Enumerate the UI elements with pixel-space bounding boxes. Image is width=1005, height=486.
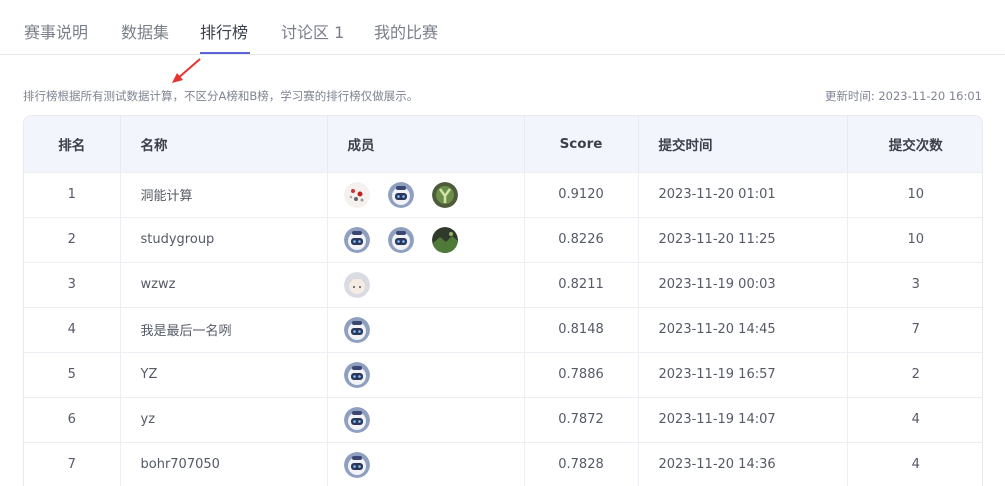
member-avatars: [328, 271, 524, 298]
team-name-cell: 我是最后一名咧: [120, 306, 328, 352]
tab-bar: 赛事说明 数据集 排行榜 讨论区 1 我的比赛: [0, 0, 1005, 55]
header-name: 名称: [120, 116, 328, 172]
submit-time-cell: 2023-11-20 11:25: [638, 216, 848, 262]
tab-dataset[interactable]: 数据集: [121, 19, 169, 43]
table-row: 7 bohr707050 0.7828 2023-11-20 14:36 4: [24, 441, 982, 486]
score-cell: 0.7886: [524, 351, 639, 397]
submit-time-cell: 2023-11-20 14:36: [638, 441, 848, 486]
leaderboard-table: 排名 名称 成员 Score 提交时间 提交次数 1 洞能计算 0.9120 2023…: [23, 115, 983, 486]
submit-time-cell: 2023-11-19 00:03: [638, 261, 848, 307]
anime-avatar[interactable]: [343, 271, 370, 298]
team-name-cell: bohr707050: [120, 441, 328, 486]
header-submit-time: 提交时间: [638, 116, 848, 172]
tab-discussion[interactable]: 讨论区 1: [281, 19, 344, 43]
robot-avatar[interactable]: [343, 316, 370, 343]
robot-avatar[interactable]: [343, 451, 370, 478]
submit-count-cell: 7: [847, 306, 982, 352]
header-members: 成员: [327, 116, 525, 172]
team-name-cell: yz: [120, 396, 328, 442]
table-header-row: 排名 名称 成员 Score 提交时间 提交次数: [24, 116, 982, 172]
submit-count-cell: 10: [847, 216, 982, 262]
table-row: 6 yz 0.7872 2023-11-19 14:07 4: [24, 396, 982, 442]
member-avatars: [328, 316, 524, 343]
members-cell: [327, 261, 525, 307]
members-cell: [327, 306, 525, 352]
submit-count-cell: 3: [847, 261, 982, 307]
header-rank: 排名: [24, 116, 121, 172]
rank-cell: 6: [24, 396, 121, 442]
table-row: 4 我是最后一名咧 0.8148 2023-11-20 14:45 7: [24, 306, 982, 352]
members-cell: [327, 351, 525, 397]
robot-avatar[interactable]: [387, 181, 414, 208]
submit-count-cell: 10: [847, 171, 982, 217]
members-cell: [327, 441, 525, 486]
rank-cell: 7: [24, 441, 121, 486]
member-avatars: [328, 451, 524, 478]
members-cell: [327, 396, 525, 442]
team-name-cell: studygroup: [120, 216, 328, 262]
submit-count-cell: 2: [847, 351, 982, 397]
table-row: 2 studygroup 0.8226 2023-11-20 11:25 10: [24, 216, 982, 262]
active-tab-indicator: [200, 52, 250, 54]
score-cell: 0.9120: [524, 171, 639, 217]
tab-description[interactable]: 赛事说明: [24, 19, 88, 43]
submit-time-cell: 2023-11-19 16:57: [638, 351, 848, 397]
members-cell: [327, 216, 525, 262]
submit-count-cell: 4: [847, 396, 982, 442]
submit-time-cell: 2023-11-20 01:01: [638, 171, 848, 217]
green-y-avatar[interactable]: [431, 181, 458, 208]
team-name-cell: 洞能计算: [120, 171, 328, 217]
table-row: 3 wzwz 0.8211 2023-11-19 00:03 3: [24, 261, 982, 307]
score-cell: 0.7828: [524, 441, 639, 486]
member-avatars: [328, 181, 524, 208]
update-time: 更新时间: 2023-11-20 16:01: [824, 89, 982, 103]
member-avatars: [328, 406, 524, 433]
tab-my-competitions[interactable]: 我的比赛: [374, 19, 438, 43]
team-name-cell: wzwz: [120, 261, 328, 307]
robot-avatar[interactable]: [343, 406, 370, 433]
tab-leaderboard[interactable]: 排行榜: [200, 19, 248, 43]
member-avatars: [328, 226, 524, 253]
submit-time-cell: 2023-11-20 14:45: [638, 306, 848, 352]
submit-count-cell: 4: [847, 441, 982, 486]
leaderboard-notice: 排行榜根据所有测试数据计算，不区分A榜和B榜，学习赛的排行榜仅做展示。: [23, 89, 419, 103]
rank-cell: 4: [24, 306, 121, 352]
rank-cell: 2: [24, 216, 121, 262]
submit-time-cell: 2023-11-19 14:07: [638, 396, 848, 442]
score-cell: 0.8211: [524, 261, 639, 307]
header-score: Score: [524, 116, 639, 172]
robot-avatar[interactable]: [387, 226, 414, 253]
robot-avatar[interactable]: [343, 361, 370, 388]
rank-cell: 3: [24, 261, 121, 307]
table-row: 1 洞能计算 0.9120 2023-11-20 01:01 10: [24, 171, 982, 217]
red-arrow-annotation: [172, 58, 201, 83]
member-avatars: [328, 361, 524, 388]
rank-cell: 5: [24, 351, 121, 397]
robot-avatar[interactable]: [343, 226, 370, 253]
header-submit-count: 提交次数: [847, 116, 982, 172]
table-row: 5 YZ 0.7886 2023-11-19 16:57 2: [24, 351, 982, 397]
score-cell: 0.8148: [524, 306, 639, 352]
score-cell: 0.8226: [524, 216, 639, 262]
landscape-avatar[interactable]: [431, 226, 458, 253]
team-name-cell: YZ: [120, 351, 328, 397]
members-cell: [327, 171, 525, 217]
doodle-avatar[interactable]: [343, 181, 370, 208]
rank-cell: 1: [24, 171, 121, 217]
score-cell: 0.7872: [524, 396, 639, 442]
